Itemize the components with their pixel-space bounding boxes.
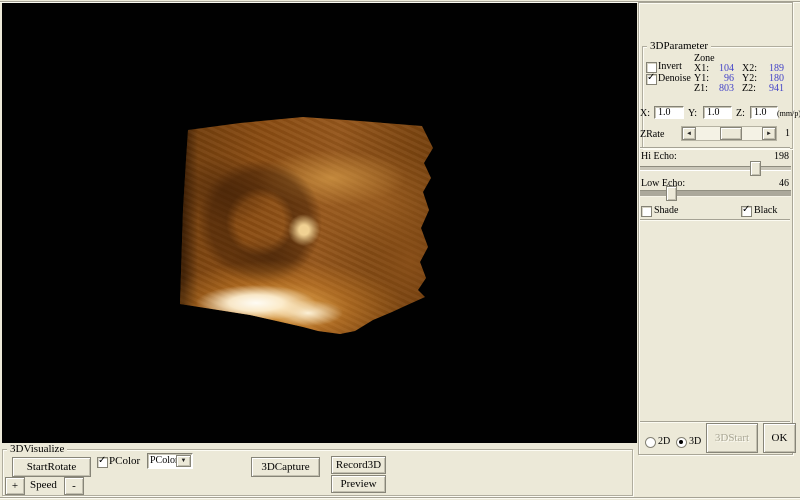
denoise-checkbox-label[interactable]: Denoise (658, 74, 691, 84)
zrate-value: 1 (785, 129, 790, 139)
low-echo-slider-thumb[interactable] (666, 186, 677, 201)
checkmark-icon: ✓ (98, 456, 106, 466)
window-bottom-edge (0, 497, 800, 499)
low-echo-label: Low Echo: (641, 179, 685, 189)
start-rotate-button[interactable]: StartRotate (12, 457, 91, 477)
invert-checkbox-label[interactable]: Invert (658, 62, 682, 72)
scroll-left-button[interactable]: ◄ (682, 127, 696, 140)
zrate-scrollbar-thumb[interactable] (720, 127, 742, 140)
hi-echo-label: Hi Echo: (641, 152, 677, 162)
black-checkbox-label[interactable]: Black (754, 206, 777, 216)
denoise-checkbox[interactable]: ✓ (646, 74, 657, 85)
mode-2d-radio-label[interactable]: 2D (658, 437, 670, 447)
speed-plus-button[interactable]: + (5, 477, 25, 495)
record3d-button[interactable]: Record3D (331, 456, 386, 474)
scale-unit-label: (mm/p) (777, 109, 800, 119)
hi-echo-slider-thumb[interactable] (750, 161, 761, 176)
pcolor-checkbox[interactable]: ✓ (97, 457, 108, 468)
separator (640, 147, 790, 149)
mode-2d-radio[interactable] (645, 437, 656, 448)
x-scale-input[interactable] (654, 106, 684, 119)
z-scale-label: Z: (736, 109, 745, 119)
x-scale-label: X: (640, 109, 650, 119)
y-scale-input[interactable] (703, 106, 732, 119)
y-scale-label: Y: (688, 109, 697, 119)
ok-button[interactable]: OK (763, 423, 796, 453)
scroll-right-button[interactable]: ► (762, 127, 776, 140)
pcolor-select[interactable]: PColor ▼ (147, 453, 193, 469)
app-window: 3DParameter ✓ Invert ✓ Denoise Zone X1: … (0, 0, 800, 500)
zrate-scrollbar[interactable]: ◄ ► (681, 126, 777, 141)
visualize-group-title: 3DVisualize (7, 444, 67, 455)
separator (640, 219, 790, 221)
parameter-group-title: 3DParameter (647, 41, 711, 52)
low-echo-slider[interactable] (640, 190, 791, 197)
pcolor-checkbox-label[interactable]: PColor (109, 456, 140, 467)
chevron-down-icon[interactable]: ▼ (176, 455, 191, 467)
preview-button[interactable]: Preview (331, 475, 386, 493)
z-scale-input[interactable] (750, 106, 778, 119)
speed-label: Speed (30, 480, 57, 491)
mode-3d-radio[interactable] (676, 437, 687, 448)
zone-table: X1: 104 X2: 189 Y1: 96 Y2: 180 Z1: 803 Z… (694, 64, 784, 94)
checkmark-icon: ✓ (742, 205, 750, 215)
arrow-right-icon: ► (766, 131, 772, 137)
render-viewport (2, 3, 637, 443)
shade-checkbox[interactable]: ✓ (641, 206, 652, 217)
arrow-left-icon: ◄ (686, 131, 692, 137)
start3d-button[interactable]: 3DStart (706, 423, 758, 453)
ultrasound-volume-image (176, 110, 438, 342)
zrate-label: ZRate (640, 130, 664, 140)
mode-3d-radio-label[interactable]: 3D (689, 437, 701, 447)
zone-cell-label: Z2: (742, 84, 762, 94)
capture3d-button[interactable]: 3DCapture (251, 457, 320, 477)
checkmark-icon: ✓ (647, 73, 655, 83)
speed-minus-button[interactable]: - (64, 477, 84, 495)
pcolor-select-value: PColor (150, 456, 178, 466)
low-echo-value: 46 (755, 179, 789, 189)
zone-cell-value: 941 (762, 84, 784, 94)
black-checkbox[interactable]: ✓ (741, 206, 752, 217)
hi-echo-slider[interactable] (640, 166, 791, 171)
zone-cell-label: Z1: (694, 84, 714, 94)
zone-cell-value: 803 (714, 84, 734, 94)
shade-checkbox-label[interactable]: Shade (654, 206, 678, 216)
